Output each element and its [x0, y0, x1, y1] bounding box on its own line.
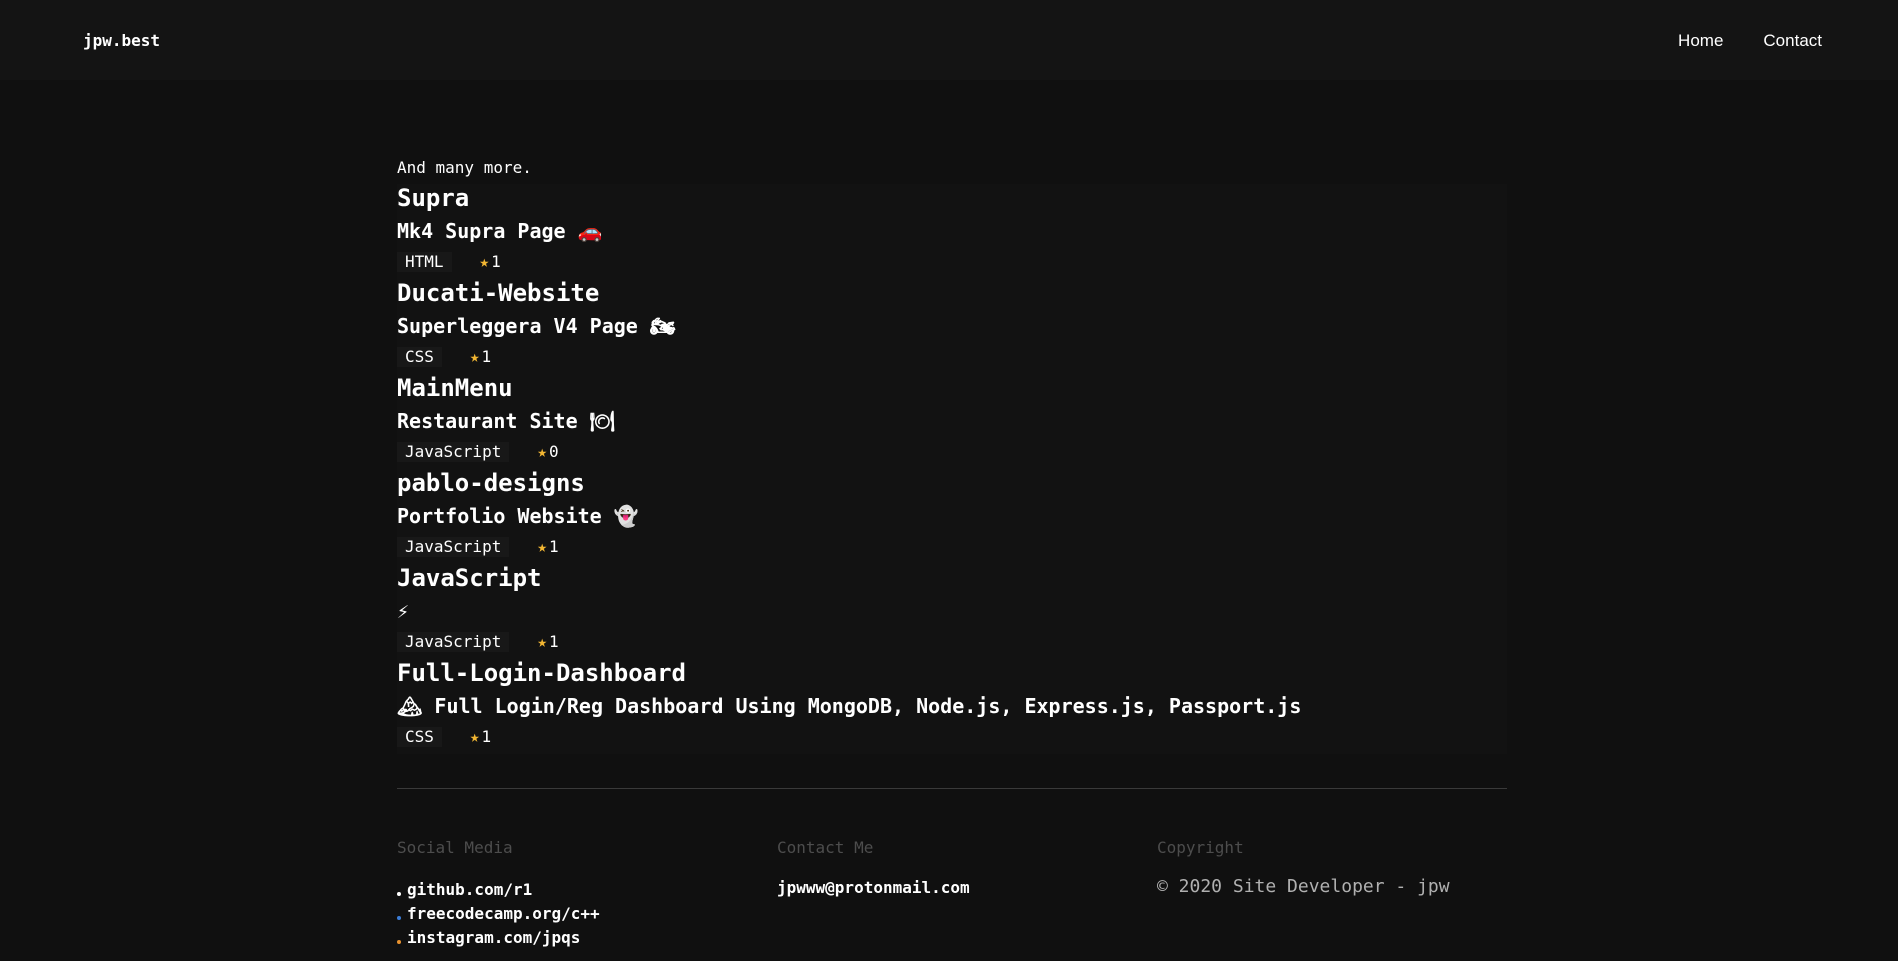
repo-star-count: 0 — [548, 442, 559, 461]
social-link-github[interactable]: github.com/r1 — [397, 878, 600, 902]
star-icon: ★ — [479, 252, 490, 271]
social-heading: Social Media — [397, 838, 513, 857]
repo-meta: HTML ★ 1 — [397, 252, 501, 272]
brand-logo-link[interactable]: jpw.best — [83, 31, 160, 50]
repo-language-badge: CSS — [397, 727, 442, 747]
repo-name[interactable]: Supra — [397, 184, 469, 212]
repo-star-count: 1 — [481, 347, 492, 366]
repo-description: ⚡ — [397, 599, 410, 623]
repo-meta: CSS ★ 1 — [397, 347, 491, 367]
contact-heading: Contact Me — [777, 838, 874, 857]
repo-language-badge: HTML — [397, 252, 452, 272]
social-link-label[interactable]: github.com/r1 — [407, 878, 532, 902]
bullet-icon — [397, 940, 401, 944]
repo-language-badge: JavaScript — [397, 537, 510, 557]
star-icon: ★ — [537, 632, 547, 651]
copyright-heading: Copyright — [1157, 838, 1244, 857]
repos-intro-text: And many more. — [397, 158, 532, 177]
social-link-label[interactable]: instagram.com/jpqs — [407, 926, 580, 950]
copyright-text: © 2020 Site Developer - jpw — [1157, 876, 1450, 897]
social-link-freecodecamp[interactable]: freecodecamp.org/c++ — [397, 902, 600, 926]
footer-copyright-column: Copyright © 2020 Site Developer - jpw — [1157, 838, 1450, 897]
repo-meta: JavaScript ★ 1 — [397, 537, 559, 557]
repo-star-count: 1 — [548, 537, 559, 556]
repo-name[interactable]: MainMenu — [397, 374, 513, 402]
repo-name[interactable]: Ducati-Website — [397, 279, 599, 307]
repo-name[interactable]: pablo-designs — [397, 469, 585, 497]
repo-card[interactable]: Supra Mk4 Supra Page 🚗 HTML ★ 1 — [397, 184, 1507, 279]
repo-meta: CSS ★ 1 — [397, 727, 491, 747]
repo-language-badge: CSS — [397, 347, 442, 367]
repo-star-count: 1 — [548, 632, 559, 651]
repo-list: Supra Mk4 Supra Page 🚗 HTML ★ 1 Ducati-W… — [397, 184, 1507, 754]
footer-contact-column: Contact Me jpwww@protonmail.com — [777, 838, 970, 897]
repo-meta: JavaScript ★ 0 — [397, 442, 559, 462]
repo-language-badge: JavaScript — [397, 632, 510, 652]
nav-home-link[interactable]: Home — [1678, 31, 1723, 51]
top-navbar: jpw.best Home Contact — [0, 0, 1898, 80]
star-icon: ★ — [537, 537, 547, 556]
star-icon: ★ — [469, 347, 480, 366]
star-icon: ★ — [537, 442, 547, 461]
footer-divider — [397, 788, 1507, 789]
contact-email-link[interactable]: jpwww@protonmail.com — [777, 878, 970, 897]
social-link-instagram[interactable]: instagram.com/jpqs — [397, 926, 600, 950]
bullet-icon — [397, 916, 401, 920]
social-link-label[interactable]: freecodecamp.org/c++ — [407, 902, 600, 926]
repo-meta: JavaScript ★ 1 — [397, 632, 559, 652]
star-icon: ★ — [469, 727, 480, 746]
repo-name[interactable]: JavaScript — [397, 564, 542, 592]
social-links-list: github.com/r1 freecodecamp.org/c++ insta… — [397, 878, 600, 950]
main-nav: Home Contact — [1678, 31, 1822, 51]
repo-description: 🏔 Full Login/Reg Dashboard Using MongoDB… — [397, 694, 1302, 718]
repos-section: And many more. Supra Mk4 Supra Page 🚗 HT… — [397, 158, 1507, 754]
repo-description: Mk4 Supra Page 🚗 — [397, 219, 603, 243]
bullet-icon — [397, 892, 401, 896]
repo-description: Portfolio Website 👻 — [397, 504, 639, 528]
repo-card[interactable]: Ducati-Website Superleggera V4 Page 🏍 CS… — [397, 279, 1507, 374]
nav-contact-link[interactable]: Contact — [1763, 31, 1822, 51]
repo-description: Restaurant Site 🍽 — [397, 409, 616, 433]
repo-description: Superleggera V4 Page 🏍 — [397, 314, 676, 338]
repo-star-count: 1 — [491, 252, 501, 271]
repo-name[interactable]: Full-Login-Dashboard — [397, 659, 686, 687]
repo-card[interactable]: Full-Login-Dashboard 🏔 Full Login/Reg Da… — [397, 659, 1507, 754]
repo-card[interactable]: pablo-designs Portfolio Website 👻 JavaSc… — [397, 469, 1507, 564]
repo-star-count: 1 — [481, 727, 492, 746]
repo-card[interactable]: MainMenu Restaurant Site 🍽 JavaScript ★ … — [397, 374, 1507, 469]
repo-language-badge: JavaScript — [397, 442, 510, 462]
footer-social-column: Social Media github.com/r1 freecodecamp.… — [397, 838, 600, 950]
repo-card[interactable]: JavaScript ⚡ JavaScript ★ 1 — [397, 564, 1507, 659]
